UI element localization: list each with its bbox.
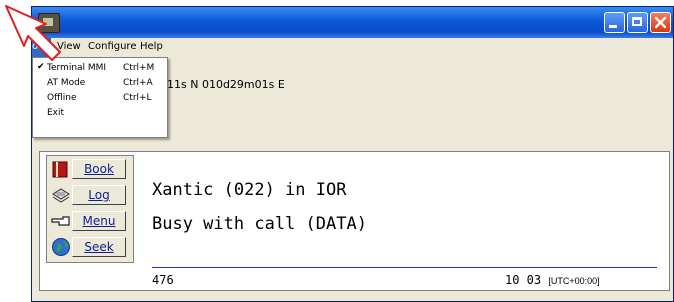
call-status-line: Busy with call (DATA) — [152, 214, 367, 234]
seek-button[interactable]: Seek — [49, 236, 131, 258]
arrow-pointer-icon — [5, 5, 61, 61]
log-button[interactable]: Log — [49, 184, 131, 206]
menu-item-label: Exit — [47, 108, 65, 118]
menu-button[interactable]: Menu — [49, 210, 131, 232]
network-status-line: Xantic (022) in IOR — [152, 180, 347, 200]
menu-item-at-mode[interactable]: AT Mode Ctrl+A — [33, 77, 167, 91]
minimize-button[interactable] — [604, 12, 625, 33]
close-button[interactable] — [650, 12, 671, 33]
seek-label: Seek — [72, 237, 126, 257]
application-window: ode View Configure Help 11s N 010d29m01s… — [31, 6, 674, 302]
title-bar[interactable] — [32, 7, 673, 38]
menu-item-exit[interactable]: Exit — [33, 107, 167, 121]
position-readout: 11s N 010d29m01s E — [167, 78, 285, 91]
terminal-display: Book Log Menu Seek Xantic (022) in IOR B… — [39, 151, 670, 291]
book-label: Book — [72, 159, 126, 179]
maximize-button[interactable] — [627, 12, 648, 33]
log-label: Log — [72, 185, 126, 205]
status-time: 10 03 [UTC+00:00] — [505, 273, 600, 287]
menu-item-label: Offline — [47, 93, 77, 103]
globe-icon — [52, 238, 70, 256]
menu-item-shortcut: Ctrl+A — [123, 78, 153, 88]
menu-item-shortcut: Ctrl+M — [123, 63, 155, 73]
menu-help[interactable]: Help — [140, 41, 163, 52]
menu-bar: ode View Configure Help — [32, 38, 673, 57]
pointing-hand-icon — [51, 216, 70, 226]
close-icon — [654, 16, 667, 29]
menu-label: Menu — [72, 211, 126, 231]
utc-offset: [UTC+00:00] — [548, 276, 600, 286]
menu-configure[interactable]: Configure — [88, 41, 136, 52]
status-divider — [152, 267, 657, 268]
side-button-panel: Book Log Menu Seek — [46, 155, 134, 263]
log-icon — [52, 188, 70, 203]
mode-dropdown-menu: ✔ Terminal MMI Ctrl+M AT Mode Ctrl+A Off… — [32, 57, 168, 138]
menu-item-offline[interactable]: Offline Ctrl+L — [33, 92, 167, 106]
menu-item-shortcut: Ctrl+L — [123, 93, 152, 103]
status-time-value: 10 03 — [505, 273, 542, 287]
menu-item-label: AT Mode — [47, 78, 86, 88]
status-code: 476 — [152, 273, 174, 287]
book-button[interactable]: Book — [49, 158, 131, 180]
book-icon — [52, 161, 68, 178]
